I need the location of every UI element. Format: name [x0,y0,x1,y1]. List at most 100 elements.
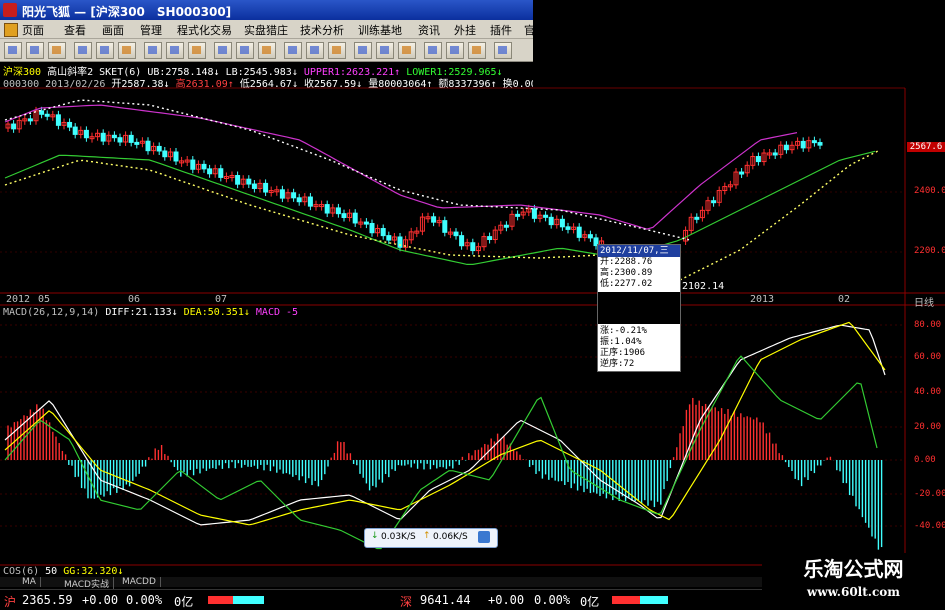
watermark: 乐淘公式网 www.60lt.com [762,553,945,609]
sh-percent: 0.00% [126,593,163,607]
cos-gg: GG:32.320↓ [63,566,124,577]
popup-low: 低:2277.02 [600,279,653,289]
price-label-2200: 2200.0 [914,246,945,256]
candle-body [503,224,509,228]
time-label-06: 06 [128,294,141,305]
candle-body [100,132,106,142]
download-speed: 0.03K/S [381,532,416,542]
candle-body [67,121,73,128]
popup-amplitude: 振:1.04% [600,337,642,347]
popup-date: 2012/11/07,三 [598,245,680,257]
sz-amount: 0亿 [580,595,600,609]
candle-body [515,213,521,217]
macd-label-60: 60.00 [914,352,942,362]
candle-body [263,182,269,193]
candle-body [11,123,17,130]
candle-body [739,171,745,175]
candle-body [548,216,554,226]
popup-forward-order: 正序:1906 [600,348,646,358]
network-speed-widget[interactable]: ↓ 0.03K/S ↑ 0.06K/S [364,528,498,548]
cos-line [4,355,878,550]
candle-body [694,216,700,220]
popup-blank [598,292,680,324]
candle-body [352,212,358,224]
popup-change: 涨:-0.21% [600,326,647,336]
sz-label: 深 [400,595,413,609]
candle-body [380,228,386,237]
candle-body [487,236,493,241]
candle-body [811,140,817,144]
download-arrow-icon: ↓ [371,531,379,541]
bar-info-popup: 2012/11/07,三 开:2288.76 高:2300.89 低:2277.… [597,244,681,372]
candle-body [173,151,179,162]
macd-header: MACD(26,12,9,14) DIFF:21.133↓ DEA:50.351… [3,307,298,318]
cos-value: 50 [45,566,58,577]
candle-body [190,159,196,170]
macd-label-40: 40.00 [914,387,942,397]
candle-body [341,213,347,219]
upper-band-line [4,104,798,230]
upload-arrow-icon: ↑ [423,531,431,541]
candle-body [128,134,134,143]
time-label-2013: 2013 [750,294,775,305]
macd-diff: DIFF:21.133↓ [105,307,178,318]
candle-body [772,152,778,156]
candle-body [531,208,537,219]
sh-amount: 0亿 [174,595,194,609]
candle-body [27,118,33,122]
upload-speed: 0.06K/S [433,532,468,542]
macd-params: MACD(26,12,9,14) [3,307,100,318]
indicator-lines [4,99,879,281]
sz-change: +0.00 [488,593,525,607]
candle-body [44,113,50,117]
candle-body [442,220,448,233]
tab-ma[interactable]: MA [18,577,41,587]
candle-body [453,231,459,237]
candle-body [156,145,162,152]
candle-body [576,226,582,238]
candle-body [543,214,549,218]
candle-body [251,183,257,189]
candle-body [307,196,313,207]
candle-body [55,114,61,126]
candle-body [291,192,297,199]
candle-body [218,168,224,178]
popup-reverse-order: 逆序:72 [600,359,635,369]
macd-dea: DEA:50.351↓ [183,307,250,318]
sz-breadth-bar [612,596,668,604]
candle-body [369,222,375,234]
period-label[interactable]: 日线 [914,294,934,309]
candle-body [783,144,789,151]
candle-body [587,234,593,239]
last-price-tag: 2567.6 [907,142,945,152]
candle-body [162,150,168,158]
candle-body [324,204,330,214]
candle-body [386,235,392,241]
sh-index: 2365.59 [22,593,73,607]
candle-body [134,141,140,145]
cos-row: COS(6) 50 GG:32.320↓ [3,566,123,577]
macd-label-0: 0.00 [914,455,936,465]
price-label-2400: 2400.0 [914,186,945,196]
candle-body [459,235,465,247]
sh-breadth-bar [208,596,264,604]
popup-open: 开:2288.76 [600,257,653,267]
candle-body [117,137,123,143]
candle-body [235,175,241,185]
candle-body [39,110,45,115]
candle-body [711,200,717,204]
lower-price-label: 2102.14 [682,281,725,292]
macd-label-20: 20.00 [914,422,942,432]
tab-macdd[interactable]: MACDD [118,577,161,587]
candle-body [559,218,565,228]
candle-body [335,207,341,215]
candlestick-series [5,106,823,255]
network-icon[interactable] [478,531,490,543]
watermark-title: 乐淘公式网 [803,557,904,581]
candle-body [201,163,207,170]
candle-body [296,197,302,203]
chart-canvas[interactable] [0,0,945,609]
candle-body [800,140,806,149]
sh-label: 沪 [4,595,17,609]
macd-label-neg20: -20.00 [914,489,945,499]
